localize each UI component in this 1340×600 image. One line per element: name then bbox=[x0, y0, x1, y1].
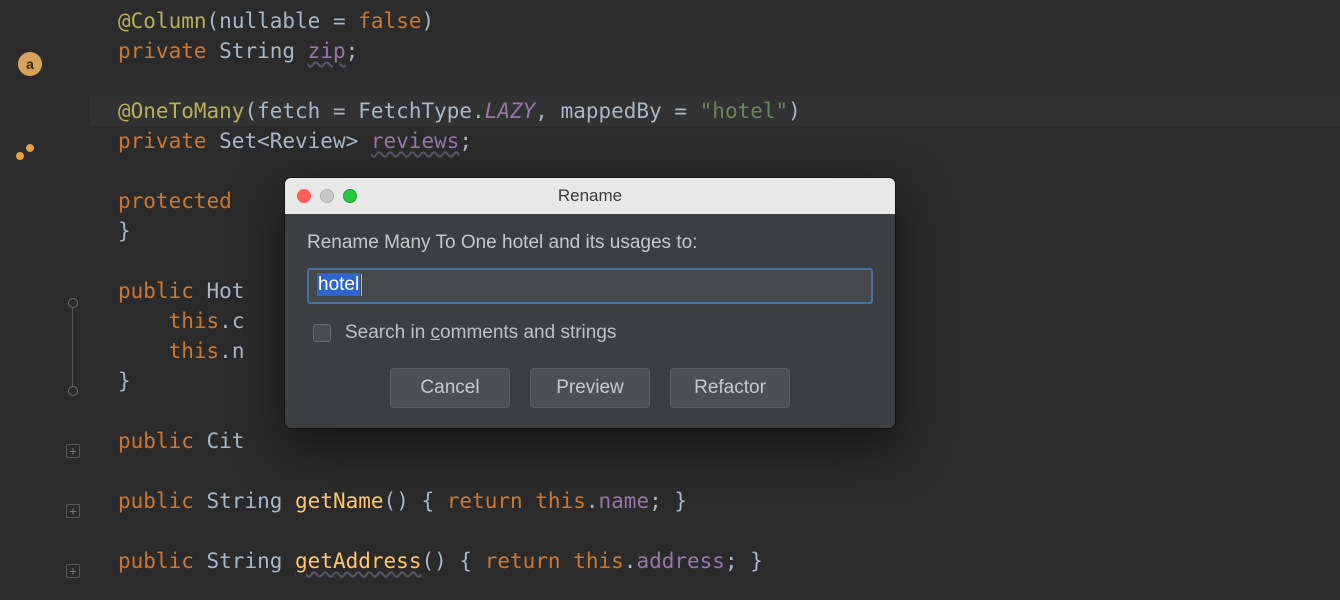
editor-root: a + + + @Column(nullable = false) privat… bbox=[0, 0, 1340, 600]
code-line[interactable]: @Column(nullable = false) bbox=[90, 6, 1340, 36]
code-line[interactable]: public Cit bbox=[90, 426, 1340, 456]
rename-input[interactable]: hotel bbox=[307, 268, 873, 304]
fold-handle-icon[interactable] bbox=[68, 386, 78, 396]
fold-gutter[interactable]: + + + bbox=[60, 0, 90, 600]
window-minimize-icon[interactable] bbox=[320, 189, 334, 203]
preview-button[interactable]: Preview bbox=[530, 368, 650, 408]
code-line[interactable]: @OneToMany(fetch = FetchType.LAZY, mappe… bbox=[90, 96, 1340, 126]
code-line[interactable]: public String getName() { return this.na… bbox=[90, 486, 1340, 516]
code-line bbox=[90, 516, 1340, 546]
annotation-badge: a bbox=[18, 52, 42, 76]
code-line bbox=[90, 66, 1340, 96]
window-zoom-icon[interactable] bbox=[343, 189, 357, 203]
search-comments-checkbox[interactable]: Search in comments and strings bbox=[307, 322, 873, 344]
dialog-title: Rename bbox=[558, 186, 622, 205]
window-controls bbox=[297, 189, 357, 203]
code-line[interactable]: private String zip; bbox=[90, 36, 1340, 66]
cancel-button[interactable]: Cancel bbox=[390, 368, 510, 408]
fold-expand-icon[interactable]: + bbox=[66, 564, 80, 578]
rename-dialog: Rename Rename Many To One hotel and its … bbox=[285, 178, 895, 428]
fold-guide bbox=[72, 308, 73, 386]
breakpoint-gutter[interactable]: a bbox=[0, 0, 60, 600]
refactor-button[interactable]: Refactor bbox=[670, 368, 790, 408]
dialog-prompt: Rename Many To One hotel and its usages … bbox=[307, 232, 873, 254]
dialog-titlebar[interactable]: Rename bbox=[285, 178, 895, 214]
fold-expand-icon[interactable]: + bbox=[66, 504, 80, 518]
code-line[interactable]: private Set<Review> reviews; bbox=[90, 126, 1340, 156]
related-links-icon[interactable] bbox=[14, 142, 42, 164]
code-line[interactable]: public String getAddress() { return this… bbox=[90, 546, 1340, 576]
checkbox-label: Search in comments and strings bbox=[345, 322, 616, 344]
code-line bbox=[90, 456, 1340, 486]
dialog-button-row: Cancel Preview Refactor bbox=[307, 368, 873, 408]
checkbox-icon[interactable] bbox=[313, 324, 331, 342]
window-close-icon[interactable] bbox=[297, 189, 311, 203]
fold-expand-icon[interactable]: + bbox=[66, 444, 80, 458]
fold-handle-icon[interactable] bbox=[68, 298, 78, 308]
dialog-body: Rename Many To One hotel and its usages … bbox=[285, 214, 895, 428]
